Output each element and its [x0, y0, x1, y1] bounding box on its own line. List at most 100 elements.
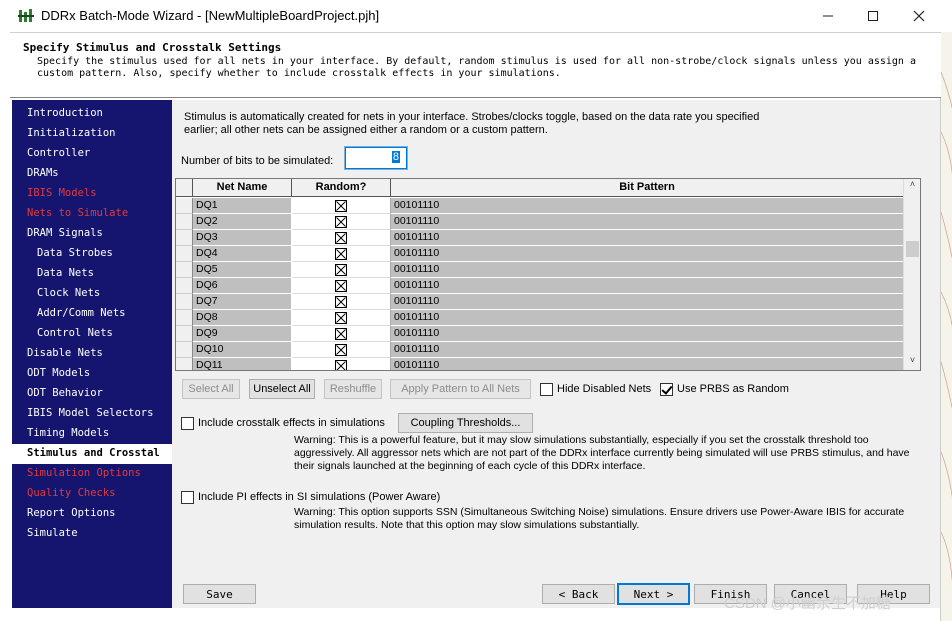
net-name-cell[interactable]: DQ3 — [193, 230, 292, 246]
random-cell[interactable] — [292, 214, 391, 230]
bit-pattern-cell[interactable]: 00101110 — [391, 310, 903, 326]
bit-pattern-cell[interactable]: 00101110 — [391, 326, 903, 342]
random-checkbox-icon[interactable] — [335, 344, 347, 356]
random-checkbox-icon[interactable] — [335, 248, 347, 260]
bit-pattern-cell[interactable]: 00101110 — [391, 358, 903, 370]
random-cell[interactable] — [292, 310, 391, 326]
random-cell[interactable] — [292, 198, 391, 214]
bit-pattern-cell[interactable]: 00101110 — [391, 278, 903, 294]
table-row[interactable]: DQ8 00101110 — [176, 310, 903, 326]
sidebar-item[interactable]: Clock Nets — [12, 284, 172, 304]
sidebar-item[interactable]: Data Strobes — [12, 244, 172, 264]
col-net-name[interactable]: Net Name — [193, 179, 292, 197]
bit-pattern-cell[interactable]: 00101110 — [391, 246, 903, 262]
net-name-cell[interactable]: DQ4 — [193, 246, 292, 262]
close-button[interactable] — [905, 4, 933, 28]
net-name-cell[interactable]: DQ8 — [193, 310, 292, 326]
row-selector[interactable] — [176, 230, 193, 246]
maximize-button[interactable] — [859, 4, 887, 28]
bits-input[interactable]: 8 — [344, 146, 408, 170]
random-cell[interactable] — [292, 294, 391, 310]
pi-checkbox[interactable] — [181, 490, 194, 504]
random-checkbox-icon[interactable] — [335, 328, 347, 340]
sidebar-item[interactable]: DRAM Signals — [12, 224, 172, 244]
bit-pattern-cell[interactable]: 00101110 — [391, 262, 903, 278]
hide-disabled-checkbox[interactable] — [540, 382, 553, 396]
crosstalk-option[interactable]: Include crosstalk effects in simulations — [181, 415, 385, 431]
row-selector[interactable] — [176, 342, 193, 358]
col-bit-pattern[interactable]: Bit Pattern — [391, 179, 903, 197]
random-checkbox-icon[interactable] — [335, 296, 347, 308]
net-name-cell[interactable]: DQ7 — [193, 294, 292, 310]
random-cell[interactable] — [292, 246, 391, 262]
random-cell[interactable] — [292, 230, 391, 246]
sidebar-item[interactable]: IBIS Model Selectors — [12, 404, 172, 424]
sidebar-item[interactable]: Report Options — [12, 504, 172, 524]
row-selector[interactable] — [176, 198, 193, 214]
col-random[interactable]: Random? — [292, 179, 391, 197]
sidebar-item[interactable]: Data Nets — [12, 264, 172, 284]
random-checkbox-icon[interactable] — [335, 280, 347, 292]
random-cell[interactable] — [292, 342, 391, 358]
row-selector[interactable] — [176, 246, 193, 262]
row-selector[interactable] — [176, 262, 193, 278]
table-row[interactable]: DQ9 00101110 — [176, 326, 903, 342]
bit-pattern-cell[interactable]: 00101110 — [391, 230, 903, 246]
row-selector[interactable] — [176, 358, 193, 370]
table-row[interactable]: DQ7 00101110 — [176, 294, 903, 310]
sidebar-item[interactable]: DRAMs — [12, 164, 172, 184]
table-row[interactable]: DQ10 00101110 — [176, 342, 903, 358]
table-row[interactable]: DQ1 00101110 — [176, 198, 903, 214]
net-name-cell[interactable]: DQ9 — [193, 326, 292, 342]
table-row[interactable]: DQ2 00101110 — [176, 214, 903, 230]
table-row[interactable]: DQ3 00101110 — [176, 230, 903, 246]
sidebar-item[interactable]: Timing Models — [12, 424, 172, 444]
sidebar-item[interactable]: ODT Behavior — [12, 384, 172, 404]
table-scrollbar[interactable]: ˄ ˅ — [903, 179, 920, 370]
select-all-button[interactable]: Select All — [182, 379, 240, 399]
bit-pattern-cell[interactable]: 00101110 — [391, 214, 903, 230]
reshuffle-button[interactable]: Reshuffle — [324, 379, 382, 399]
random-cell[interactable] — [292, 262, 391, 278]
bit-pattern-cell[interactable]: 00101110 — [391, 294, 903, 310]
apply-pattern-button[interactable]: Apply Pattern to All Nets — [390, 379, 531, 399]
net-name-cell[interactable]: DQ10 — [193, 342, 292, 358]
scroll-up-icon[interactable]: ˄ — [904, 179, 920, 193]
sidebar-item[interactable]: Simulate — [12, 524, 172, 544]
net-name-cell[interactable]: DQ1 — [193, 198, 292, 214]
sidebar-item[interactable]: Simulation Options — [12, 464, 172, 484]
sidebar-item[interactable]: Stimulus and Crosstal — [12, 444, 172, 464]
bit-pattern-cell[interactable]: 00101110 — [391, 342, 903, 358]
random-cell[interactable] — [292, 278, 391, 294]
unselect-all-button[interactable]: Unselect All — [249, 379, 315, 399]
use-prbs-checkbox[interactable] — [660, 382, 673, 396]
row-selector[interactable] — [176, 294, 193, 310]
table-row[interactable]: DQ11 00101110 — [176, 358, 903, 370]
net-name-cell[interactable]: DQ11 — [193, 358, 292, 370]
row-selector[interactable] — [176, 278, 193, 294]
random-cell[interactable] — [292, 326, 391, 342]
coupling-thresholds-button[interactable]: Coupling Thresholds... — [398, 413, 533, 433]
random-checkbox-icon[interactable] — [335, 312, 347, 324]
use-prbs-option[interactable]: Use PRBS as Random — [660, 381, 789, 397]
sidebar-item[interactable]: Initialization — [12, 124, 172, 144]
sidebar-item[interactable]: Disable Nets — [12, 344, 172, 364]
sidebar-item[interactable]: Addr/Comm Nets — [12, 304, 172, 324]
scroll-down-icon[interactable]: ˅ — [904, 355, 920, 369]
sidebar-item[interactable]: Nets to Simulate — [12, 204, 172, 224]
table-row[interactable]: DQ4 00101110 — [176, 246, 903, 262]
net-name-cell[interactable]: DQ5 — [193, 262, 292, 278]
table-row[interactable]: DQ5 00101110 — [176, 262, 903, 278]
row-selector[interactable] — [176, 326, 193, 342]
random-checkbox-icon[interactable] — [335, 216, 347, 228]
hide-disabled-nets-option[interactable]: Hide Disabled Nets — [540, 381, 651, 397]
bit-pattern-cell[interactable]: 00101110 — [391, 198, 903, 214]
save-button[interactable]: Save — [183, 584, 256, 604]
back-button[interactable]: < Back — [542, 584, 615, 604]
net-name-cell[interactable]: DQ2 — [193, 214, 292, 230]
random-checkbox-icon[interactable] — [335, 200, 347, 212]
row-selector[interactable] — [176, 214, 193, 230]
sidebar-item[interactable]: IBIS Models — [12, 184, 172, 204]
minimize-button[interactable] — [814, 4, 842, 28]
row-selector[interactable] — [176, 310, 193, 326]
